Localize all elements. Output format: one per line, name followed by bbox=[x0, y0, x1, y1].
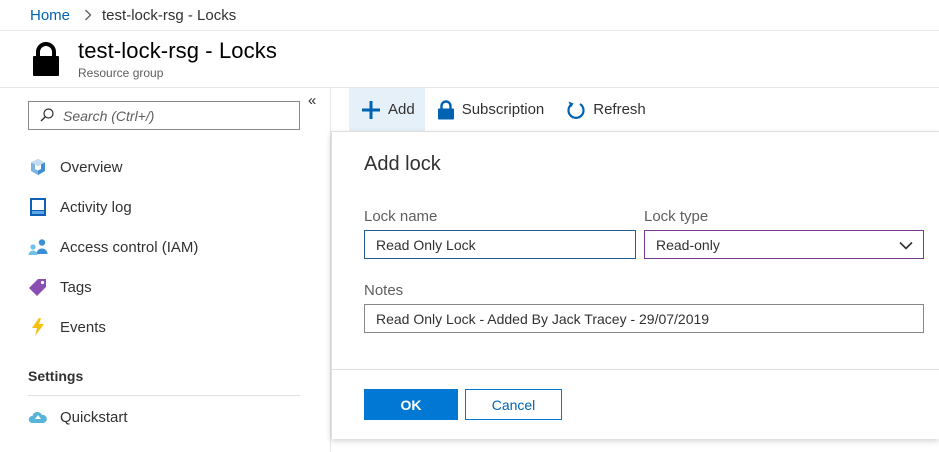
refresh-button[interactable]: Refresh bbox=[554, 88, 656, 131]
sidebar-item-access-control[interactable]: Access control (IAM) bbox=[0, 227, 330, 267]
add-button[interactable]: Add bbox=[349, 88, 425, 131]
search-icon bbox=[39, 107, 55, 128]
sidebar-item-label: Access control (IAM) bbox=[60, 238, 199, 256]
sidebar-item-label: Quickstart bbox=[60, 408, 128, 426]
tag-icon bbox=[28, 277, 48, 297]
cube-icon bbox=[28, 157, 48, 177]
settings-heading: Settings bbox=[28, 368, 84, 384]
add-label: Add bbox=[388, 101, 415, 118]
notes-input[interactable]: Read Only Lock - Added By Jack Tracey - … bbox=[364, 304, 924, 333]
sidebar: « Overview Activity log Access control (… bbox=[0, 88, 331, 452]
lightning-icon bbox=[28, 317, 48, 337]
chevron-down-icon bbox=[899, 237, 913, 253]
cloud-icon bbox=[28, 407, 48, 427]
page-subtitle: Resource group bbox=[78, 66, 164, 80]
log-icon bbox=[28, 197, 48, 217]
collapse-sidebar-button[interactable]: « bbox=[308, 92, 316, 109]
people-icon bbox=[28, 237, 48, 257]
subscription-button[interactable]: Subscription bbox=[425, 88, 555, 131]
panel-divider bbox=[332, 369, 939, 370]
lock-type-value: Read-only bbox=[656, 236, 720, 253]
sidebar-item-label: Tags bbox=[60, 278, 92, 296]
breadcrumb-home-link[interactable]: Home bbox=[30, 7, 70, 24]
refresh-label: Refresh bbox=[593, 101, 646, 118]
panel-title: Add lock bbox=[364, 153, 441, 175]
refresh-icon bbox=[566, 100, 586, 120]
cancel-button[interactable]: Cancel bbox=[465, 389, 562, 420]
page-header: test-lock-rsg - Locks Resource group bbox=[0, 31, 939, 88]
sidebar-item-events[interactable]: Events bbox=[0, 307, 330, 347]
page-title: test-lock-rsg - Locks bbox=[78, 38, 277, 63]
sidebar-item-label: Activity log bbox=[60, 198, 132, 216]
plus-icon bbox=[361, 100, 381, 120]
search-input[interactable] bbox=[63, 107, 283, 124]
ok-button[interactable]: OK bbox=[364, 389, 458, 420]
sidebar-item-quickstart[interactable]: Quickstart bbox=[0, 397, 330, 437]
sidebar-item-activity-log[interactable]: Activity log bbox=[0, 187, 330, 227]
lock-type-select[interactable]: Read-only bbox=[644, 230, 924, 259]
breadcrumb: Home test-lock-rsg - Locks bbox=[0, 0, 939, 31]
chevron-right-icon bbox=[84, 9, 92, 21]
subscription-label: Subscription bbox=[461, 101, 545, 118]
search-box[interactable] bbox=[28, 101, 300, 130]
toolbar: Add Subscription Refresh bbox=[349, 88, 656, 131]
lock-name-label: Lock name bbox=[364, 208, 438, 225]
sidebar-item-overview[interactable]: Overview bbox=[0, 147, 330, 187]
lock-icon bbox=[28, 41, 64, 82]
sidebar-item-label: Overview bbox=[60, 158, 123, 176]
notes-label: Notes bbox=[364, 282, 404, 299]
sidebar-item-tags[interactable]: Tags bbox=[0, 267, 330, 307]
add-lock-panel: Add lock Lock name Read Only Lock Lock t… bbox=[331, 132, 939, 439]
lock-name-input[interactable]: Read Only Lock bbox=[364, 230, 636, 259]
lock-type-label: Lock type bbox=[644, 208, 709, 225]
sidebar-item-label: Events bbox=[60, 318, 106, 336]
divider bbox=[28, 395, 300, 396]
breadcrumb-current: test-lock-rsg - Locks bbox=[102, 6, 237, 24]
lock-icon bbox=[437, 99, 455, 120]
